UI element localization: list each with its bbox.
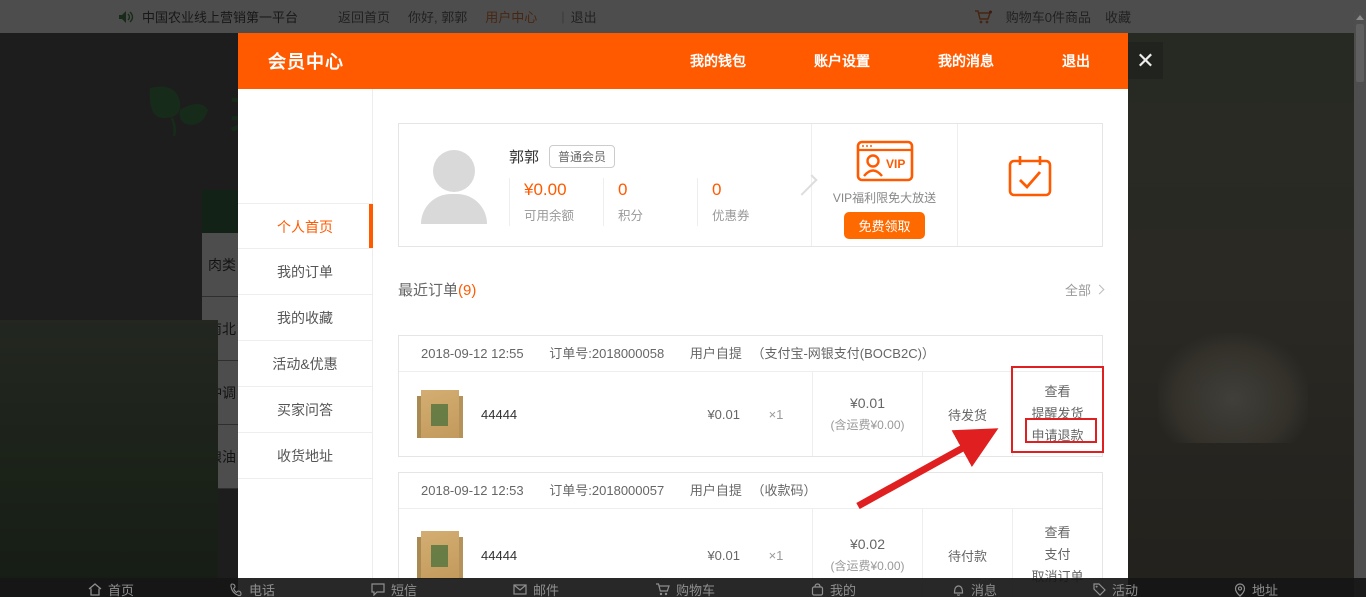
view-all-link[interactable]: 全部: [1065, 280, 1103, 299]
action-view[interactable]: 查看: [1044, 383, 1070, 401]
order-total-cell: ¥0.01 (含运费¥0.00): [812, 372, 922, 456]
shipping-note: (含运费¥0.00): [830, 557, 904, 574]
order-header: 2018-09-12 12:55 订单号:2018000058 用户自提 （支付…: [399, 336, 1102, 372]
order-total: ¥0.02: [850, 536, 885, 552]
calendar-check-icon[interactable]: [1007, 154, 1053, 198]
order-datetime: 2018-09-12 12:53: [421, 483, 524, 498]
bottombar-item-messages[interactable]: 消息: [952, 580, 997, 597]
bag-icon: [811, 583, 824, 596]
quantity: ×1: [740, 548, 812, 563]
chevron-right-icon: [1095, 284, 1105, 294]
bottombar-item-address[interactable]: 地址: [1234, 580, 1278, 597]
order-status: 待发货: [922, 372, 1012, 456]
sidebar-item-shipping-address[interactable]: 收货地址: [238, 433, 372, 479]
bottombar-item-mine[interactable]: 我的: [811, 580, 856, 597]
free-claim-button[interactable]: 免费领取: [844, 212, 924, 239]
modal-sidebar: 个人首页 我的订单 我的收藏 活动&优惠 买家问答 收货地址: [238, 89, 373, 597]
action-view[interactable]: 查看: [1044, 524, 1070, 542]
bottombar-item-sms[interactable]: 短信: [371, 580, 417, 597]
bell-icon: [952, 583, 965, 596]
orders-count: (9): [458, 282, 476, 299]
order-delivery: 用户自提: [690, 483, 742, 498]
sidebar-item-buyer-qa[interactable]: 买家问答: [238, 387, 372, 433]
modal-title: 会员中心: [268, 48, 344, 74]
vip-promo-text: VIP福利限免大放送: [833, 189, 936, 206]
nav-my-messages[interactable]: 我的消息: [938, 51, 994, 71]
profile-card: 郭郭 普通会员 ¥0.00 可用余额 0 积分: [398, 123, 1103, 247]
order-payment: （支付宝-网银支付(BOCB2C)）: [751, 346, 934, 361]
cart-icon: [655, 583, 670, 596]
recent-orders-heading: 最近订单(9): [398, 279, 476, 300]
sidebar-item-personal-home[interactable]: 个人首页: [238, 203, 372, 249]
scrollbar-thumb[interactable]: [1356, 24, 1364, 82]
profile-summary: 郭郭 普通会员 ¥0.00 可用余额 0 积分: [399, 124, 811, 246]
mail-icon: [513, 584, 527, 595]
vip-icon: VIP: [856, 138, 914, 184]
quantity: ×1: [740, 407, 812, 422]
modal-content: 郭郭 普通会员 ¥0.00 可用余额 0 积分: [373, 89, 1128, 597]
action-remind-shipment[interactable]: 提醒发货: [1031, 405, 1083, 423]
vip-panel: VIP VIP福利限免大放送 免费领取: [811, 124, 957, 246]
bottombar-item-mail[interactable]: 邮件: [513, 580, 559, 597]
bottombar-item-phone[interactable]: 电话: [230, 580, 275, 597]
pin-icon: [1234, 583, 1246, 597]
modal-nav: 我的钱包 账户设置 我的消息 退出: [622, 51, 1128, 71]
sidebar-item-activities-coupons[interactable]: 活动&优惠: [238, 341, 372, 387]
stat-points[interactable]: 0 积分: [603, 178, 697, 226]
product-name[interactable]: 44444: [481, 407, 517, 422]
order-total: ¥0.01: [850, 395, 885, 411]
order-payment: （收款码）: [751, 483, 816, 498]
unit-price: ¥0.01: [707, 407, 740, 422]
nav-account-settings[interactable]: 账户设置: [814, 51, 870, 71]
nav-logout[interactable]: 退出: [1062, 51, 1090, 71]
bottom-contact-bar: 首页 电话 短信 邮件 购物车 我的 消息 活动 地址: [0, 578, 1366, 597]
bottombar-item-cart[interactable]: 购物车: [655, 580, 715, 597]
action-pay[interactable]: 支付: [1044, 546, 1070, 564]
order-number: 订单号:2018000058: [549, 346, 664, 361]
modal-header: 会员中心 我的钱包 账户设置 我的消息 退出: [238, 33, 1128, 89]
unit-price: ¥0.01: [707, 548, 740, 563]
avatar: [421, 146, 487, 224]
shipping-note: (含运费¥0.00): [830, 416, 904, 433]
order-actions-cell: 查看 提醒发货 申请退款: [1012, 372, 1102, 456]
page-scrollbar[interactable]: [1354, 12, 1366, 597]
stat-coupons[interactable]: 0 优惠券: [697, 178, 791, 226]
action-request-refund[interactable]: 申请退款: [1031, 427, 1083, 445]
bottombar-item-activities[interactable]: 活动: [1093, 580, 1138, 597]
product-thumbnail[interactable]: [421, 390, 459, 438]
member-center-modal: 会员中心 我的钱包 账户设置 我的消息 退出 ✕ 个人首页 我的订单 我的收藏 …: [238, 33, 1128, 597]
sidebar-item-my-favorites[interactable]: 我的收藏: [238, 295, 372, 341]
order-number: 订单号:2018000057: [549, 483, 664, 498]
product-name[interactable]: 44444: [481, 548, 517, 563]
close-icon[interactable]: ✕: [1128, 42, 1163, 79]
order-header: 2018-09-12 12:53 订单号:2018000057 用户自提 （收款…: [399, 473, 1102, 509]
chat-icon: [371, 583, 385, 596]
order-delivery: 用户自提: [690, 346, 742, 361]
svg-text:VIP: VIP: [886, 157, 905, 171]
order-datetime: 2018-09-12 12:55: [421, 346, 524, 361]
sidebar-item-my-orders[interactable]: 我的订单: [238, 249, 372, 295]
member-level-badge: 普通会员: [549, 145, 615, 168]
product-thumbnail[interactable]: [421, 531, 459, 579]
phone-icon: [230, 583, 243, 596]
home-icon: [88, 583, 102, 596]
tag-icon: [1093, 583, 1106, 596]
bottombar-item-home[interactable]: 首页: [88, 580, 134, 597]
user-name: 郭郭: [509, 146, 539, 167]
order-product-cell: 44444 ¥0.01 ×1: [399, 372, 812, 456]
order-card: 2018-09-12 12:55 订单号:2018000058 用户自提 （支付…: [398, 335, 1103, 457]
signin-panel: [957, 124, 1102, 246]
nav-my-wallet[interactable]: 我的钱包: [690, 51, 746, 71]
scrollbar-up-arrow[interactable]: [1356, 15, 1364, 20]
stat-balance[interactable]: ¥0.00 可用余额: [509, 178, 603, 226]
